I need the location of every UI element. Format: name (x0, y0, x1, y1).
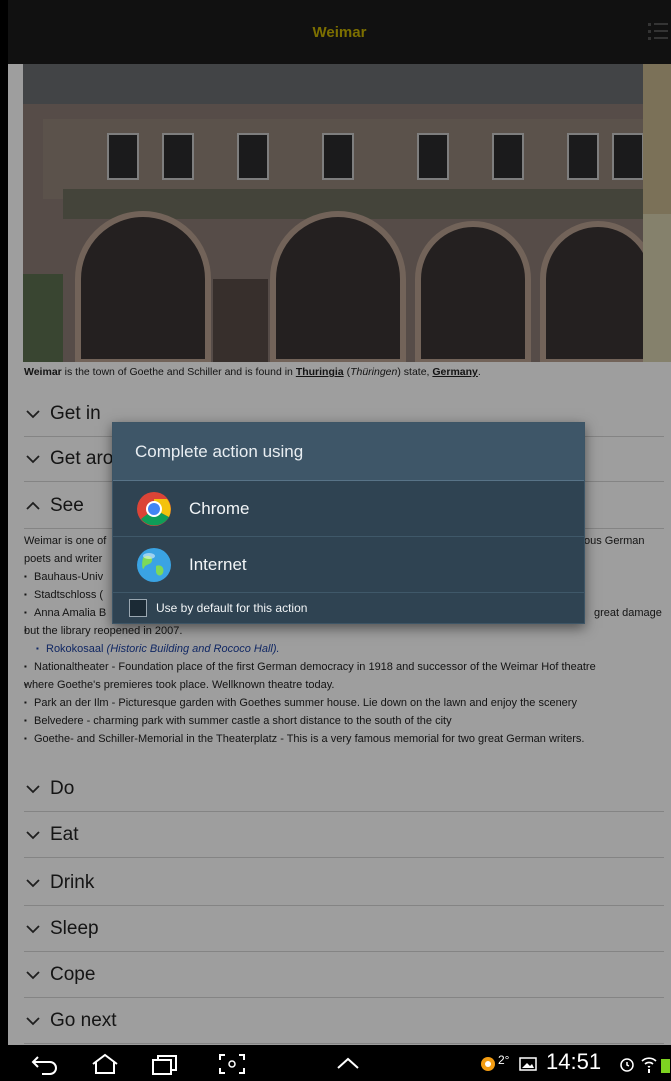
dialog-title: Complete action using (113, 423, 584, 481)
back-icon[interactable] (30, 1053, 60, 1075)
battery-icon (661, 1059, 670, 1073)
home-icon[interactable] (90, 1053, 120, 1075)
system-nav-bar: 2° 14:51 (0, 1045, 671, 1081)
checkbox-label: Use by default for this action (156, 601, 308, 615)
temperature-indicator: 2° (498, 1053, 510, 1067)
globe-icon (137, 547, 171, 582)
image-notification-icon (519, 1057, 537, 1071)
chrome-icon (137, 491, 171, 526)
clock: 14:51 (546, 1049, 602, 1074)
wifi-icon (641, 1057, 657, 1073)
option-label: Chrome (189, 498, 250, 518)
chrome-option[interactable]: Chrome (113, 481, 584, 537)
default-checkbox[interactable] (129, 599, 147, 617)
complete-action-dialog: Complete action using Chrome Internet Us… (112, 422, 585, 624)
internet-option[interactable]: Internet (113, 537, 584, 593)
chevron-up-icon[interactable] (334, 1053, 362, 1075)
default-checkbox-row[interactable]: Use by default for this action (113, 593, 584, 623)
alarm-icon (620, 1058, 634, 1072)
notification-orange-icon (481, 1057, 495, 1071)
screenshot-icon[interactable] (218, 1053, 246, 1075)
option-label: Internet (189, 554, 247, 574)
recent-apps-icon[interactable] (150, 1053, 180, 1075)
